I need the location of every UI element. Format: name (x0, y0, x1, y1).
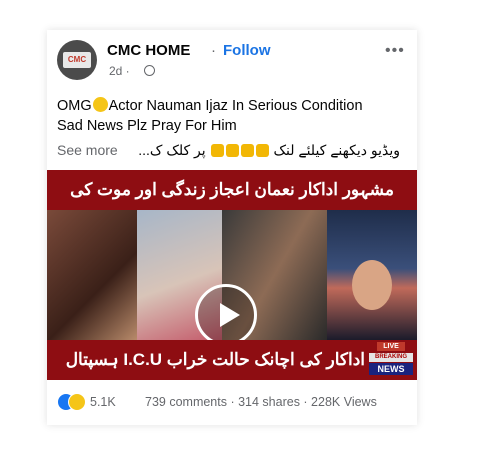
video-frame-1 (47, 210, 137, 340)
breaking-label: BREAKING (369, 353, 413, 362)
play-button[interactable] (195, 284, 257, 346)
page-logo: CMC (63, 52, 91, 68)
news-anchor (352, 260, 392, 310)
post-text-headline: Actor Nauman Ijaz In Serious Condition (108, 98, 363, 114)
post-footer: 5.1K 739 comments · 314 shares · 228K Vi… (57, 393, 407, 413)
sad-emoji-icon (92, 97, 108, 112)
video-thumbnail[interactable]: مشہور اداکار نعمان اعجاز زندگی اور موت ک… (47, 170, 417, 380)
post-header: CMC CMC HOME · Follow 2d · ••• (57, 40, 407, 80)
see-more-link[interactable]: See more (57, 142, 118, 158)
page-name[interactable]: CMC HOME (107, 42, 190, 59)
pointing-down-icon (225, 144, 239, 157)
live-label: LIVE (377, 342, 405, 351)
separator-dot: · (211, 42, 216, 59)
news-label: NEWS (369, 363, 413, 375)
timestamp[interactable]: 2d · (109, 64, 130, 78)
urdu-caption: ویڈیو دیکھنے کیلئے لنک پر کلک ک... (138, 142, 400, 159)
live-badge: LIVE BREAKING NEWS (369, 342, 413, 376)
video-bottom-banner: اداکار کی اچانک حالت خراب I.C.U ہسپتال ک… (47, 340, 417, 380)
urdu-caption-a: ویڈیو دیکھنے کیلئے لنک (273, 142, 400, 158)
post-card: CMC CMC HOME · Follow 2d · ••• OMG Actor … (47, 30, 417, 425)
avatar[interactable]: CMC (57, 40, 97, 80)
pointing-down-icon (210, 144, 224, 157)
post-text: OMG Actor Nauman Ijaz In Serious Conditio… (57, 96, 402, 136)
globe-icon (144, 65, 155, 76)
video-top-banner: مشہور اداکار نعمان اعجاز زندگی اور موت ک… (47, 170, 417, 239)
urdu-caption-b: پر کلک ک... (138, 142, 206, 158)
post-text-omg: OMG (57, 98, 92, 114)
video-frames (47, 210, 417, 346)
follow-button[interactable]: Follow (223, 42, 271, 59)
more-options-icon[interactable]: ••• (385, 42, 405, 60)
reactions-count[interactable]: 5.1K (90, 395, 116, 409)
pointing-down-icon (255, 144, 269, 157)
sad-reaction-icon[interactable] (68, 393, 86, 411)
see-more-row: See more ویڈیو دیکھنے کیلئے لنک پر کلک ک… (57, 142, 402, 162)
play-icon (220, 303, 240, 327)
pointing-down-icon (240, 144, 254, 157)
post-stats[interactable]: 739 comments · 314 shares · 228K Views (145, 395, 377, 409)
post-text-line2: Sad News Plz Pray For Him (57, 118, 237, 134)
